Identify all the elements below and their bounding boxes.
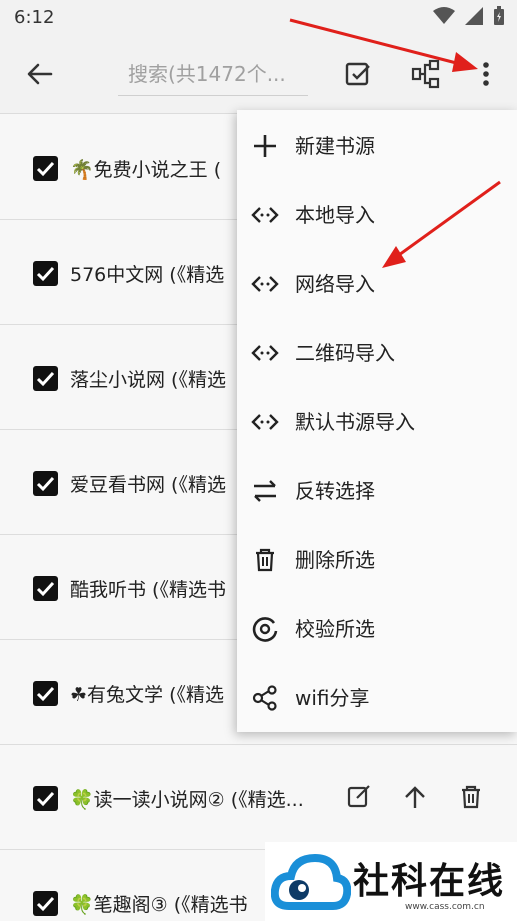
code-icon <box>251 207 279 223</box>
status-time: 6:12 <box>14 7 55 28</box>
menu-item-wifi-share[interactable]: wifi分享 <box>237 662 517 731</box>
menu-item-invert-selection[interactable]: 反转选择 <box>237 455 517 524</box>
more-vert-icon[interactable] <box>470 58 502 90</box>
status-icons <box>433 6 505 26</box>
menu-item-verify-selected[interactable]: 校验所选 <box>237 593 517 662</box>
menu-item-label: wifi分享 <box>295 686 370 710</box>
menu-item-label: 删除所选 <box>295 548 375 572</box>
code-icon <box>251 414 279 430</box>
app-toolbar <box>0 34 517 114</box>
checkbox[interactable] <box>33 156 58 181</box>
source-label: 🍀读一读小说网② (《精选... <box>70 789 304 811</box>
delete-icon[interactable] <box>457 783 485 811</box>
menu-item-qrcode-import[interactable]: 二维码导入 <box>237 317 517 386</box>
signal-icon <box>465 7 483 25</box>
menu-item-label: 默认书源导入 <box>295 410 415 434</box>
search-box[interactable] <box>118 56 308 96</box>
edit-icon[interactable] <box>345 783 373 811</box>
menu-item-network-import[interactable]: 网络导入 <box>237 248 517 317</box>
check-circle-icon <box>252 617 278 642</box>
menu-item-delete-selected[interactable]: 删除所选 <box>237 524 517 593</box>
watermark-logo: 社科在线 www.cass.com.cn <box>265 842 517 921</box>
checkbox[interactable] <box>33 681 58 706</box>
menu-item-label: 二维码导入 <box>295 341 395 365</box>
status-bar: 6:12 <box>0 0 517 34</box>
edit-select-icon[interactable] <box>342 58 374 90</box>
swap-icon <box>254 480 276 502</box>
menu-item-local-import[interactable]: 本地导入 <box>237 179 517 248</box>
cloud-logo-icon <box>271 853 351 910</box>
group-icon[interactable] <box>410 58 442 90</box>
overflow-menu: 新建书源 本地导入 网络导入 二维码导入 默认书源导入 反转选择 删除所选 校验… <box>237 110 517 732</box>
checkbox[interactable] <box>33 471 58 496</box>
menu-item-label: 新建书源 <box>295 134 375 158</box>
checkbox[interactable] <box>33 366 58 391</box>
watermark-title: 社科在线 <box>353 860 506 902</box>
wifi-icon <box>433 7 455 24</box>
plus-icon <box>254 135 276 157</box>
move-to-top-icon[interactable] <box>401 783 429 811</box>
list-item[interactable]: 🍀读一读小说网② (《精选... <box>0 745 517 850</box>
search-input[interactable] <box>118 56 308 92</box>
trash-icon <box>256 548 274 572</box>
code-icon <box>251 345 279 361</box>
row-actions <box>345 783 485 811</box>
battery-icon <box>494 6 504 25</box>
checkbox[interactable] <box>33 576 58 601</box>
menu-item-default-import[interactable]: 默认书源导入 <box>237 386 517 455</box>
watermark-url: www.cass.com.cn <box>405 902 485 912</box>
menu-item-label: 网络导入 <box>295 272 375 296</box>
checkbox[interactable] <box>33 786 58 811</box>
checkbox[interactable] <box>33 891 58 916</box>
menu-item-new-source[interactable]: 新建书源 <box>237 110 517 179</box>
menu-item-label: 反转选择 <box>295 479 375 503</box>
code-icon <box>251 276 279 292</box>
menu-item-label: 校验所选 <box>295 617 375 641</box>
menu-item-label: 本地导入 <box>295 203 375 227</box>
share-icon <box>252 685 277 711</box>
back-arrow-icon[interactable] <box>24 58 56 90</box>
checkbox[interactable] <box>33 261 58 286</box>
